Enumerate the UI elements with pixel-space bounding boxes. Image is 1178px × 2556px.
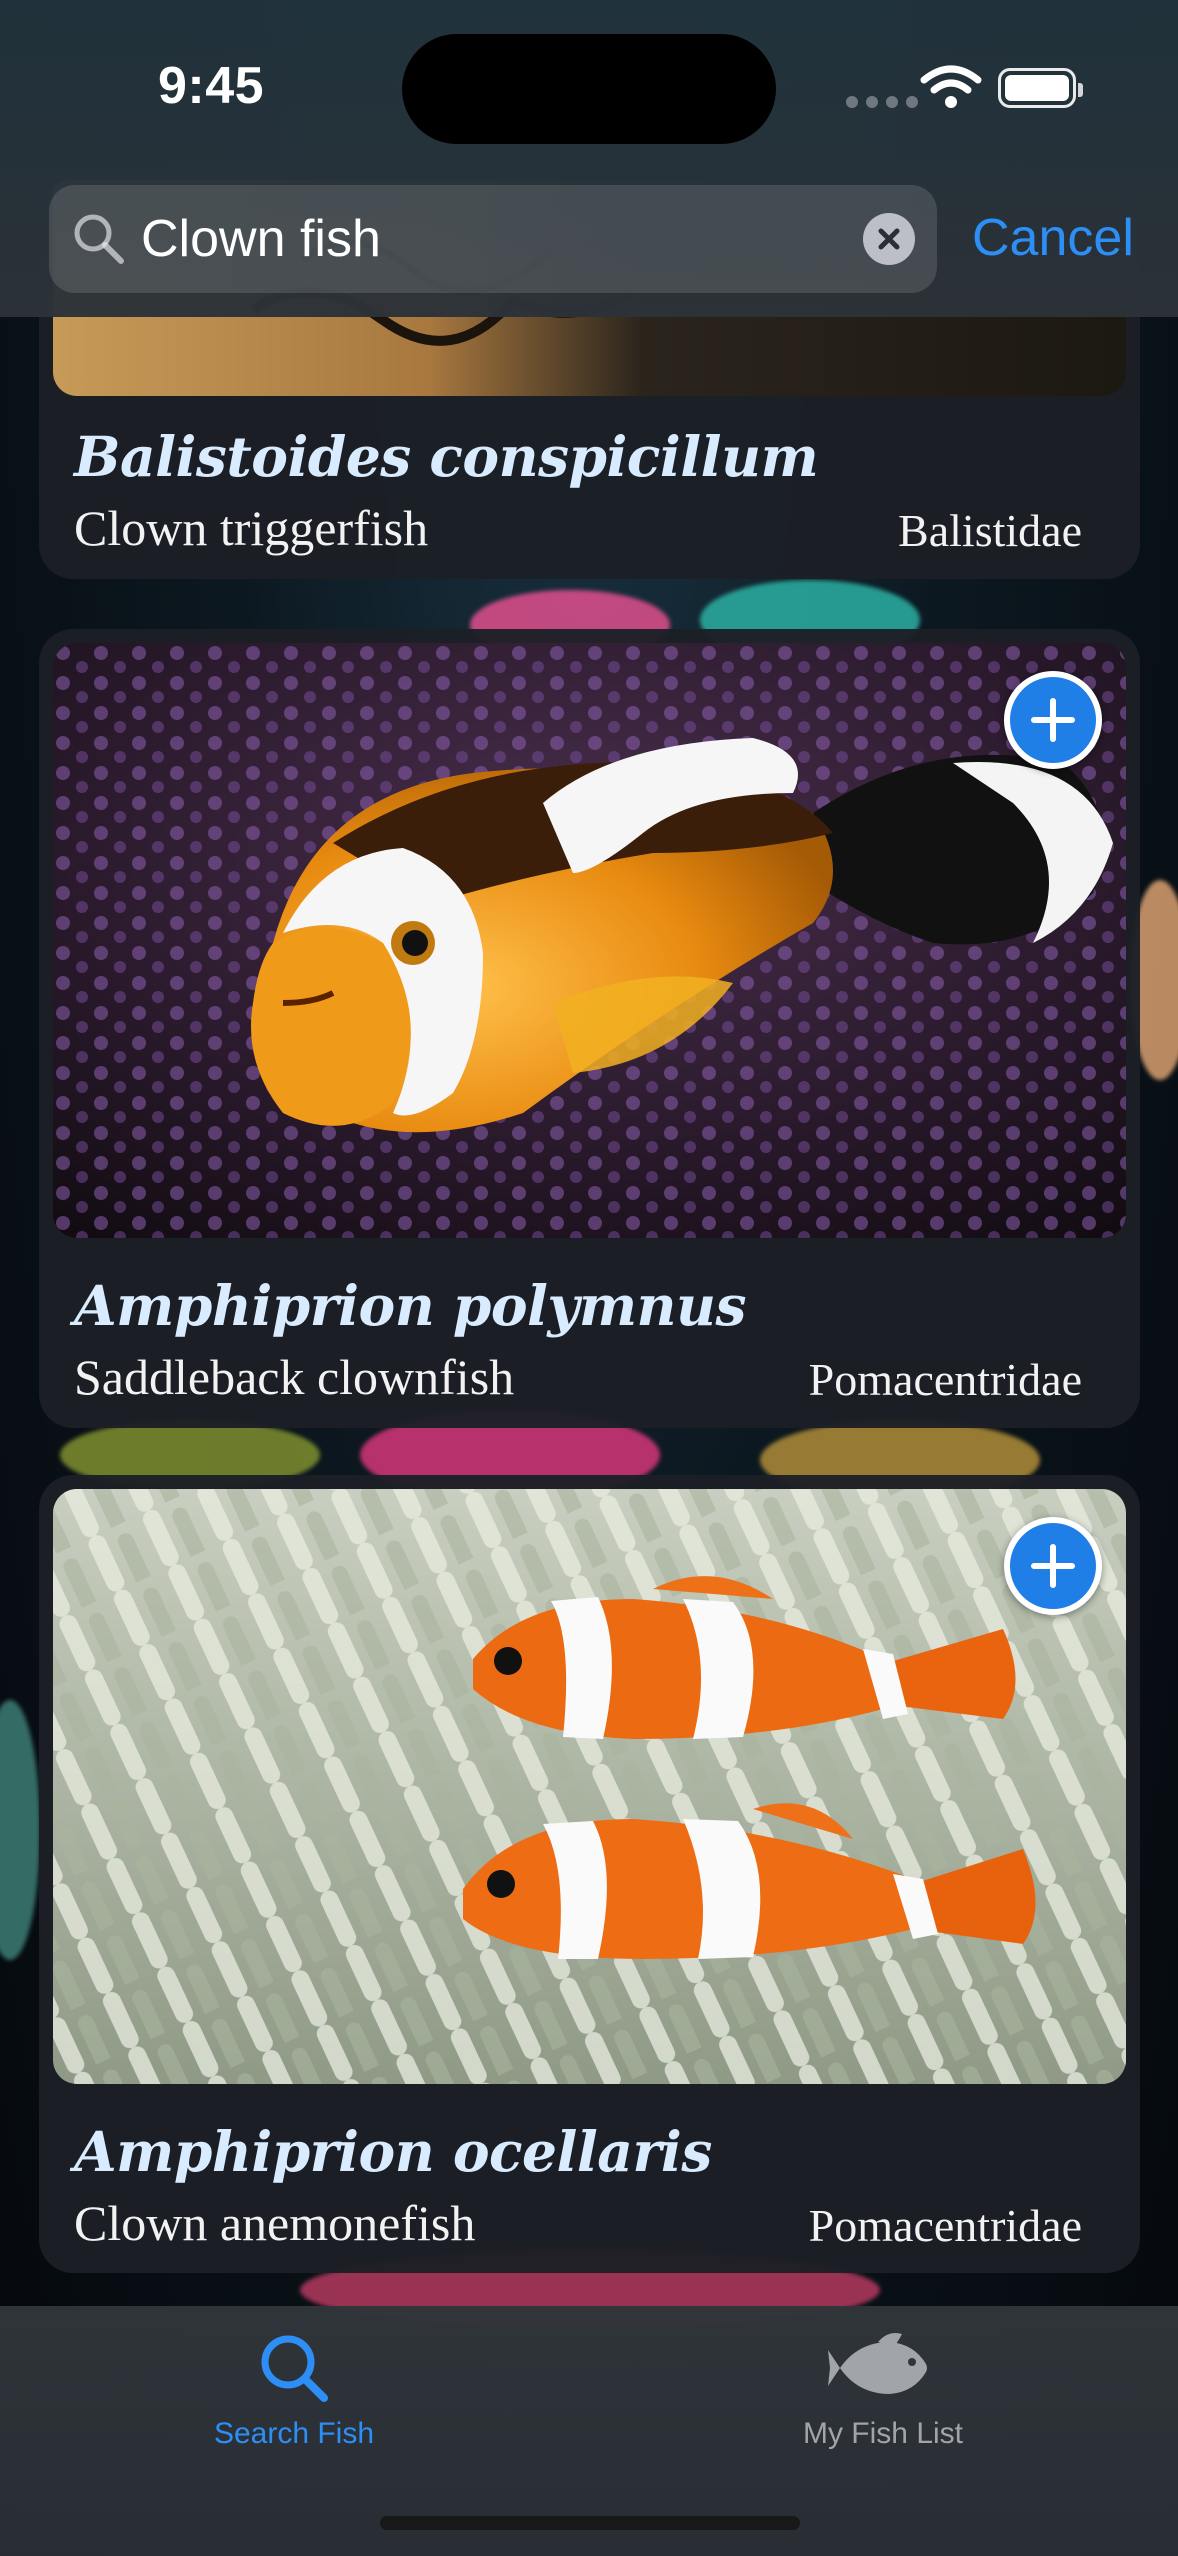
search-icon bbox=[261, 2335, 328, 2402]
fish-icon bbox=[828, 2333, 927, 2394]
cellular-signal-icon bbox=[846, 96, 918, 108]
common-name: Clown triggerfish bbox=[74, 500, 429, 556]
dynamic-island bbox=[402, 34, 776, 144]
result-card-amphiprion-polymnus[interactable]: Amphiprion polymnus Saddleback clownfish… bbox=[39, 629, 1140, 1428]
search-field[interactable]: Clown fish bbox=[49, 185, 937, 293]
common-name: Clown anemonefish bbox=[74, 2195, 476, 2251]
results-list[interactable]: Balistoides conspicillum Clown triggerfi… bbox=[0, 0, 1178, 2556]
plus-icon bbox=[1031, 698, 1075, 742]
tab-my-fish-list[interactable]: My Fish List bbox=[733, 2328, 1033, 2451]
home-indicator bbox=[380, 2516, 800, 2530]
plus-icon bbox=[1031, 1544, 1075, 1588]
close-icon bbox=[878, 228, 900, 250]
wifi-icon bbox=[920, 65, 982, 108]
status-time: 9:45 bbox=[158, 57, 265, 115]
scientific-name: Balistoides conspicillum bbox=[74, 424, 819, 489]
tab-label: Search Fish bbox=[213, 2417, 375, 2450]
family-name: Balistidae bbox=[898, 505, 1082, 556]
common-name: Saddleback clownfish bbox=[74, 1349, 515, 1405]
navigation-header: 9:45 Clown fish Cancel bbox=[0, 0, 1178, 317]
family-name: Pomacentridae bbox=[808, 1354, 1082, 1405]
search-input[interactable]: Clown fish bbox=[141, 209, 381, 269]
cancel-button[interactable]: Cancel bbox=[972, 208, 1134, 268]
add-to-list-button[interactable] bbox=[1004, 671, 1102, 769]
fish-photo bbox=[53, 1489, 1126, 2084]
family-name: Pomacentridae bbox=[808, 2200, 1082, 2251]
battery-icon bbox=[998, 68, 1083, 108]
search-icon bbox=[74, 214, 124, 264]
scientific-name: Amphiprion polymnus bbox=[74, 1273, 746, 1338]
tab-search-fish[interactable]: Search Fish bbox=[144, 2328, 444, 2451]
fish-photo bbox=[53, 643, 1126, 1238]
clear-search-button[interactable] bbox=[863, 213, 915, 265]
tab-label: My Fish List bbox=[802, 2417, 964, 2450]
result-card-amphiprion-ocellaris[interactable]: Amphiprion ocellaris Clown anemonefish P… bbox=[39, 1475, 1140, 2273]
add-to-list-button[interactable] bbox=[1004, 1517, 1102, 1615]
scientific-name: Amphiprion ocellaris bbox=[74, 2119, 712, 2184]
